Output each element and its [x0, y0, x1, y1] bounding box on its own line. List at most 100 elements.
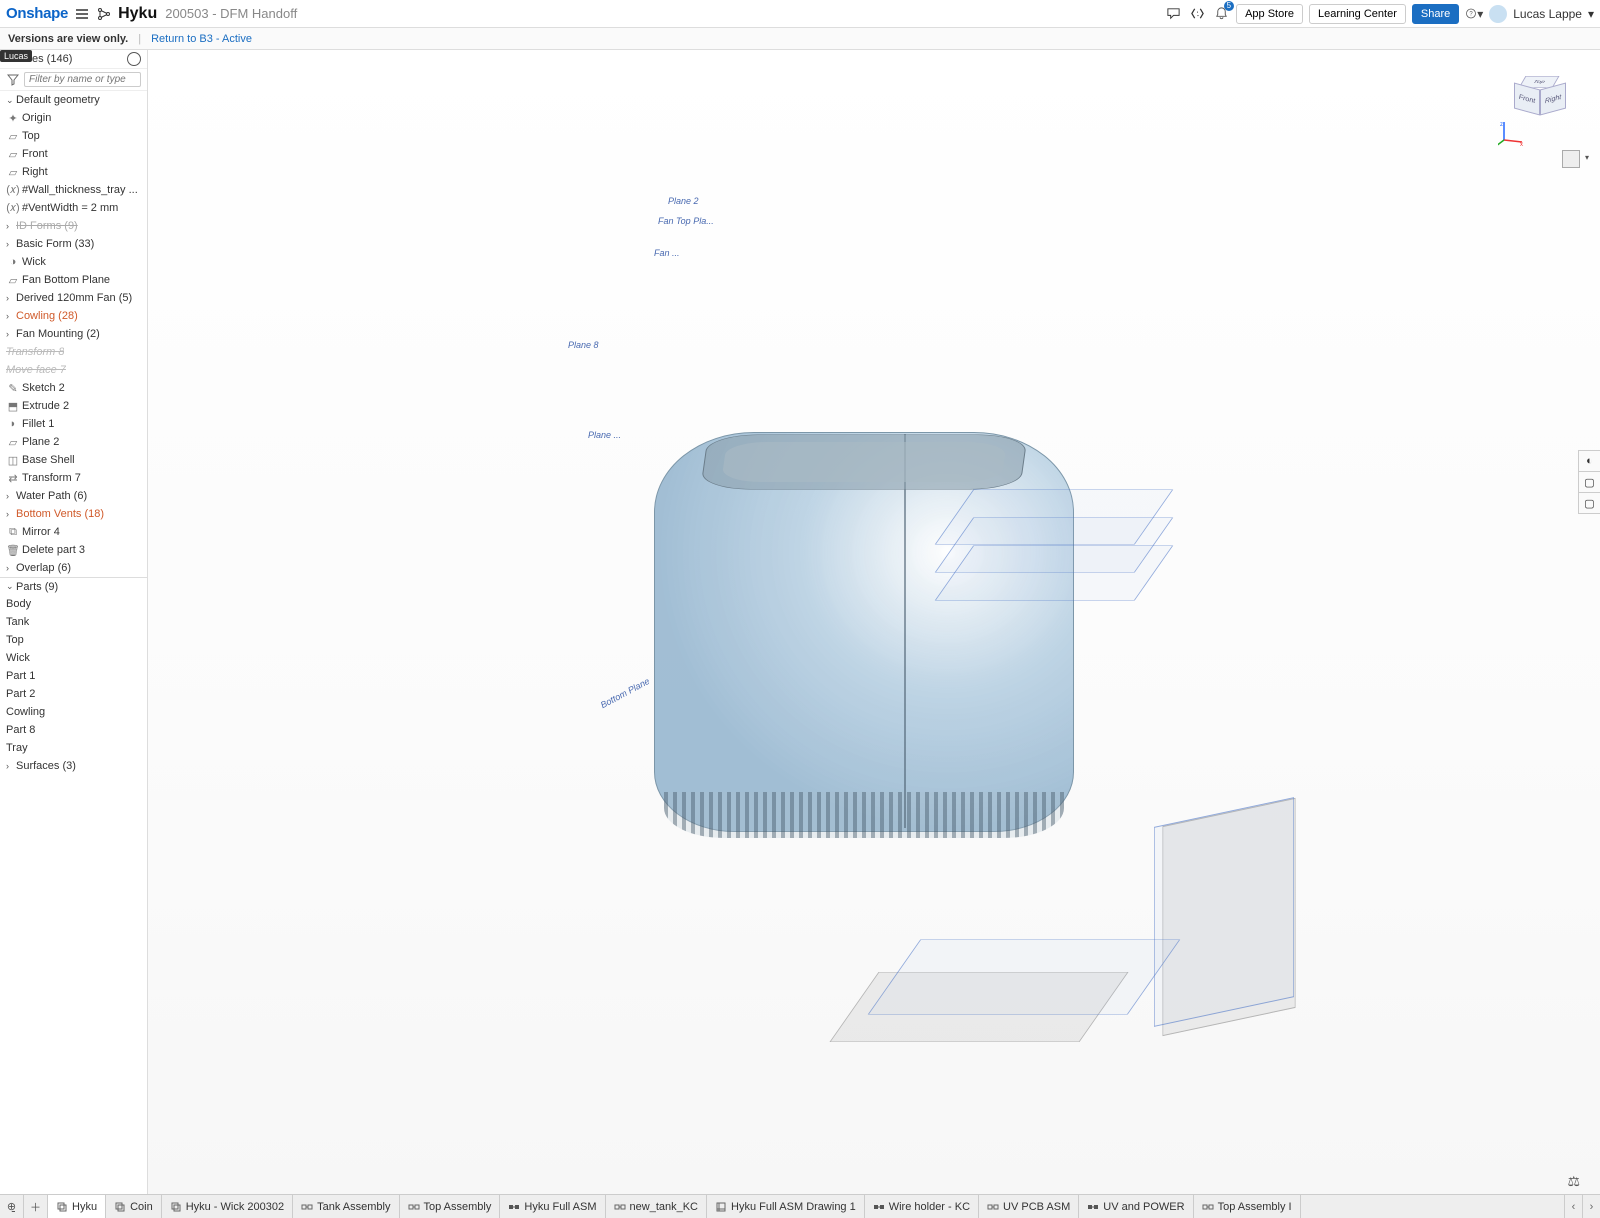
feature-tree-panel: Lucas es (146) ⌄Default geometry ✦Origin… — [0, 50, 148, 1194]
tree-fan-bottom[interactable]: ▱Fan Bottom Plane — [0, 271, 147, 289]
tab-uv-pcb-asm[interactable]: UV PCB ASM — [979, 1195, 1079, 1218]
tree-water-path[interactable]: ›Water Path (6) — [0, 487, 147, 505]
tab-top-assembly[interactable]: Top Assembly — [400, 1195, 501, 1218]
tab-new-tank-kc[interactable]: new_tank_KC — [606, 1195, 708, 1218]
learning-center-button[interactable]: Learning Center — [1309, 4, 1406, 24]
tab-type-icon — [987, 1201, 999, 1213]
return-link[interactable]: Return to B3 - Active — [151, 33, 252, 45]
user-avatar[interactable] — [1489, 5, 1507, 23]
document-subtitle: 200503 - DFM Handoff — [165, 6, 297, 21]
tree-fillet1[interactable]: ◗Fillet 1 — [0, 415, 147, 433]
filter-icon[interactable] — [6, 73, 20, 87]
part-item[interactable]: Body — [0, 595, 147, 613]
plane-label[interactable]: Plane 2 — [668, 196, 699, 206]
tree-delete3[interactable]: 🗑Delete part 3 — [0, 541, 147, 559]
mass-properties-icon[interactable]: ⚖ — [1567, 1173, 1580, 1190]
onshape-logo[interactable]: Onshape — [6, 5, 68, 22]
tab-label: Wire holder - KC — [889, 1201, 970, 1213]
tree-basic-form[interactable]: ›Basic Form (33) — [0, 235, 147, 253]
parts-header[interactable]: ⌄Parts (9) — [0, 577, 147, 595]
tab-hyku[interactable]: Hyku — [48, 1195, 106, 1218]
part-item[interactable]: Part 8 — [0, 721, 147, 739]
tree-transform8[interactable]: Transform 8 — [0, 343, 147, 361]
tab-add-icon[interactable]: ＋ — [24, 1195, 48, 1218]
tab-label: Coin — [130, 1201, 153, 1213]
tree-plane2[interactable]: ▱Plane 2 — [0, 433, 147, 451]
tree-id-forms[interactable]: ›ID Forms (9) — [0, 217, 147, 235]
plane-label[interactable]: Fan Top Pla... — [658, 216, 714, 226]
history-icon[interactable] — [127, 52, 141, 66]
tree-transform7[interactable]: ⇄Transform 7 — [0, 469, 147, 487]
part-item[interactable]: Part 2 — [0, 685, 147, 703]
render-mode-button[interactable] — [1562, 150, 1580, 168]
part-item[interactable]: Part 1 — [0, 667, 147, 685]
part-item[interactable]: Tray — [0, 739, 147, 757]
tab-hyku-full-asm-drawing-1[interactable]: Hyku Full ASM Drawing 1 — [707, 1195, 865, 1218]
shell-icon: ◫ — [6, 454, 20, 467]
tab-type-icon — [508, 1201, 520, 1213]
plane-label[interactable]: Plane ... — [588, 430, 621, 440]
plane-label[interactable]: Fan ... — [654, 248, 680, 258]
part-item[interactable]: Wick — [0, 649, 147, 667]
view-cube[interactable]: Top Front Right z x — [1504, 70, 1574, 140]
notifications-icon[interactable]: 5 — [1212, 5, 1230, 23]
tree-overlap[interactable]: ›Overlap (6) — [0, 559, 147, 577]
username-label[interactable]: Lucas Lappe — [1513, 7, 1582, 21]
tree-origin[interactable]: ✦Origin — [0, 109, 147, 127]
tool-button[interactable]: ▢ — [1578, 471, 1600, 493]
tab-top-assembly-i[interactable]: Top Assembly I — [1194, 1195, 1301, 1218]
tab-hyku-wick-200302[interactable]: Hyku - Wick 200302 — [162, 1195, 293, 1218]
surfaces-header[interactable]: ›Surfaces (3) — [0, 757, 147, 775]
tab-hyku-full-asm[interactable]: Hyku Full ASM — [500, 1195, 605, 1218]
tool-button[interactable]: ◐ — [1578, 450, 1600, 472]
tool-button[interactable]: ▢ — [1578, 492, 1600, 514]
tab-type-icon — [1202, 1201, 1214, 1213]
reference-plane[interactable] — [935, 546, 1174, 601]
app-store-button[interactable]: App Store — [1236, 4, 1303, 24]
tree-base-shell[interactable]: ◫Base Shell — [0, 451, 147, 469]
tab-wire-holder-kc[interactable]: Wire holder - KC — [865, 1195, 979, 1218]
document-title[interactable]: Hyku — [118, 5, 157, 23]
plane-label[interactable]: Plane 8 — [568, 340, 599, 350]
part-item[interactable]: Tank — [0, 613, 147, 631]
tree-vent-width[interactable]: (𝑥)#VentWidth = 2 mm — [0, 199, 147, 217]
version-graph-icon[interactable] — [96, 6, 112, 22]
cube-face-front[interactable]: Front — [1514, 83, 1540, 116]
share-button[interactable]: Share — [1412, 4, 1459, 24]
tab-scroll-left[interactable]: ‹ — [1564, 1195, 1582, 1218]
tree-mirror4[interactable]: ⧉Mirror 4 — [0, 523, 147, 541]
tab-tank-assembly[interactable]: Tank Assembly — [293, 1195, 399, 1218]
tree-extrude2[interactable]: ⬒Extrude 2 — [0, 397, 147, 415]
plane-icon: ▱ — [6, 130, 20, 143]
menu-icon[interactable] — [74, 6, 90, 22]
comments-icon[interactable] — [1164, 5, 1182, 23]
code-icon[interactable] — [1188, 5, 1206, 23]
part-item[interactable]: Cowling — [0, 703, 147, 721]
tab-search-icon[interactable]: ⊕̱ — [0, 1195, 24, 1218]
3d-model[interactable] — [594, 342, 1154, 902]
tree-sketch2[interactable]: ✎Sketch 2 — [0, 379, 147, 397]
cube-face-right[interactable]: Right — [1540, 83, 1566, 116]
tree-derived-fan[interactable]: ›Derived 120mm Fan (5) — [0, 289, 147, 307]
filter-input[interactable] — [24, 72, 141, 87]
tree-front-plane[interactable]: ▱Front — [0, 145, 147, 163]
tree-wall-thickness[interactable]: (𝑥)#Wall_thickness_tray ... — [0, 181, 147, 199]
origin-icon: ✦ — [6, 112, 20, 125]
tree-fan-mounting[interactable]: ›Fan Mounting (2) — [0, 325, 147, 343]
3d-viewport[interactable]: Top Front Right z x — [148, 50, 1600, 1194]
tree-bottom-vents[interactable]: ›Bottom Vents (18) — [0, 505, 147, 523]
tree-wick[interactable]: ◑Wick — [0, 253, 147, 271]
tree-top-plane[interactable]: ▱Top — [0, 127, 147, 145]
reference-plane[interactable] — [868, 940, 1181, 1015]
help-icon[interactable]: ?▾ — [1465, 5, 1483, 23]
tree-cowling[interactable]: ›Cowling (28) — [0, 307, 147, 325]
tab-coin[interactable]: Coin — [106, 1195, 162, 1218]
tab-label: UV PCB ASM — [1003, 1201, 1070, 1213]
tab-scroll-right[interactable]: › — [1582, 1195, 1600, 1218]
tree-default-geometry[interactable]: ⌄Default geometry — [0, 91, 147, 109]
tree-moveface7[interactable]: Move face 7 — [0, 361, 147, 379]
tree-right-plane[interactable]: ▱Right — [0, 163, 147, 181]
reference-plane[interactable] — [1154, 797, 1294, 1027]
part-item[interactable]: Top — [0, 631, 147, 649]
tab-uv-and-power[interactable]: UV and POWER — [1079, 1195, 1193, 1218]
